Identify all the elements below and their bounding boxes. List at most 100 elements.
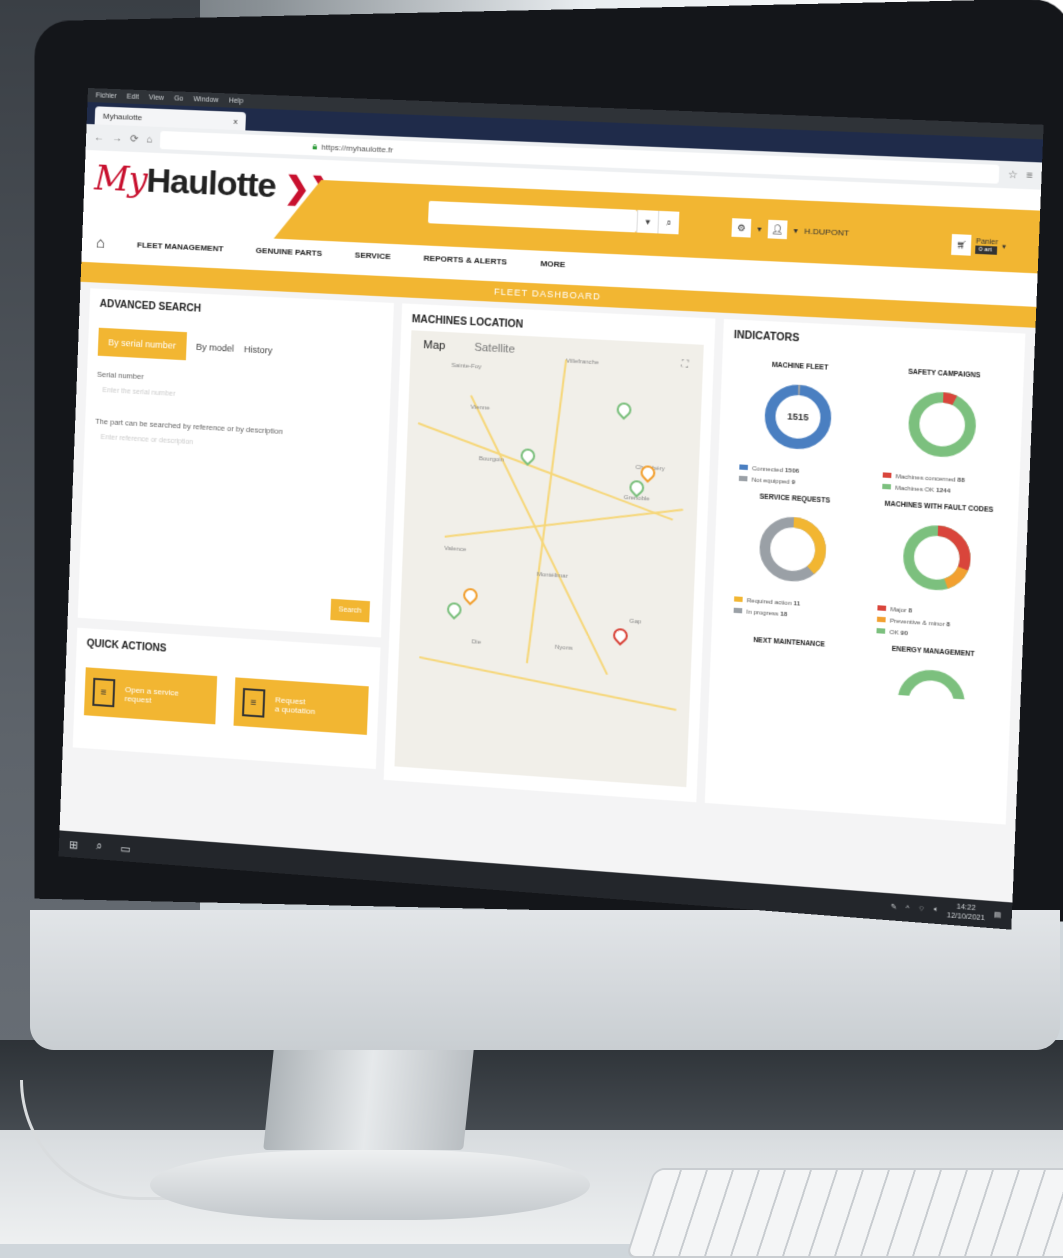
map-tab[interactable]: Map xyxy=(423,339,446,352)
tab-serial-number[interactable]: By serial number xyxy=(97,327,187,361)
machine-fleet-card[interactable]: MACHINE FLEET 1515 Connected 1506 Not eq… xyxy=(728,360,868,493)
search-icon[interactable]: ⌕ xyxy=(96,840,103,853)
legend-value: 8 xyxy=(908,608,913,615)
settings-icon[interactable]: ⚙ xyxy=(731,218,752,238)
safety-campaigns-card[interactable]: SAFETY CAMPAIGNS Machines concerned 88 M… xyxy=(871,367,1013,501)
service-requests-donut xyxy=(754,511,832,588)
safety-campaigns-title: SAFETY CAMPAIGNS xyxy=(908,368,981,380)
satellite-tab[interactable]: Satellite xyxy=(474,342,515,356)
reload-icon[interactable]: ⟳ xyxy=(130,133,139,144)
serial-number-input[interactable]: Enter the serial number xyxy=(96,387,359,415)
clock-date[interactable]: 12/10/2021 xyxy=(947,911,985,923)
chevron-down-icon[interactable]: ▾ xyxy=(793,226,798,235)
os-menu-item[interactable]: Edit xyxy=(127,93,139,100)
nav-genuine-parts[interactable]: GENUINE PARTS xyxy=(256,246,323,258)
legend-swatch xyxy=(738,475,748,482)
open-service-request-button[interactable]: ≡ Open a service request xyxy=(83,667,218,725)
next-maintenance-card[interactable]: NEXT MAINTENANCE xyxy=(720,635,857,697)
map-town: Valence xyxy=(444,545,467,554)
fault-codes-legend: Major 8 Preventive & minor 8 OK 90 xyxy=(865,604,1003,647)
indicators-title: INDICATORS xyxy=(733,329,800,345)
home-icon[interactable]: ⌂ xyxy=(96,234,106,251)
service-requests-legend: Required action 11 In progress 18 xyxy=(723,595,858,626)
service-requests-card[interactable]: SERVICE REQUESTS Required action 11 In p… xyxy=(722,492,862,638)
map-town: Die xyxy=(471,639,482,646)
close-icon[interactable]: x xyxy=(233,116,237,125)
cart[interactable]: 🛒︎ Panier 0 art ▾ xyxy=(951,234,1006,257)
user-icon[interactable]: 👤︎ xyxy=(767,219,788,240)
document-icon: ≡ xyxy=(241,687,266,718)
machines-location-panel: MACHINES LOCATION Map Satellite ⛶ Sainte… xyxy=(383,303,716,803)
energy-management-title: ENERGY MANAGEMENT xyxy=(891,645,975,659)
fault-codes-card[interactable]: MACHINES WITH FAULT CODES Major 8 Preven… xyxy=(865,500,1007,647)
map-road xyxy=(444,508,684,538)
haulotte-logo[interactable]: MyHaulotte ❯❯ xyxy=(94,158,335,208)
cart-badge: 0 art xyxy=(975,244,998,255)
legend-value: 11 xyxy=(793,601,801,608)
legend-swatch xyxy=(734,596,743,603)
map-town: Sainte-Foy xyxy=(451,362,482,371)
map-marker-ok[interactable] xyxy=(613,399,635,420)
nav-reports-alerts[interactable]: REPORTS & ALERTS xyxy=(423,254,507,267)
network-icon[interactable]: ⌔ xyxy=(918,904,926,914)
map-road xyxy=(525,359,568,664)
star-icon[interactable]: ☆ xyxy=(1008,169,1018,181)
legend-swatch xyxy=(882,472,892,479)
map-road xyxy=(470,395,609,676)
legend-swatch xyxy=(739,464,748,471)
tab-history[interactable]: History xyxy=(244,344,273,356)
map[interactable]: Map Satellite ⛶ Sainte-Foy Villefranche … xyxy=(394,330,704,788)
map-marker-warning[interactable] xyxy=(460,585,481,606)
map-marker-alert[interactable] xyxy=(610,625,631,646)
nav-fleet-management[interactable]: FLEET MANAGEMENT xyxy=(137,240,224,253)
os-menu-item[interactable]: Help xyxy=(229,97,244,105)
nav-service[interactable]: SERVICE xyxy=(355,250,391,261)
os-menu-item[interactable]: Go xyxy=(174,95,184,102)
chevron-down-icon[interactable]: ▾ xyxy=(1002,243,1006,251)
tab-by-model[interactable]: By model xyxy=(196,342,234,354)
safety-campaigns-legend: Machines concerned 88 Machines OK 1244 xyxy=(871,471,1008,502)
chevron-down-icon[interactable]: ▾ xyxy=(757,224,762,233)
home-icon[interactable]: ⌂ xyxy=(146,134,152,145)
quotation-label-2: a quotation xyxy=(274,704,316,717)
request-quotation-button[interactable]: ≡ Request a quotation xyxy=(233,677,369,735)
menu-icon[interactable]: ≡ xyxy=(1026,170,1033,182)
nav-more[interactable]: MORE xyxy=(540,259,565,269)
map-marker-ok[interactable] xyxy=(444,599,465,620)
forward-icon[interactable]: → xyxy=(112,133,122,144)
chevron-up-icon[interactable]: ^ xyxy=(906,904,910,912)
energy-management-donut xyxy=(893,664,970,700)
user-name[interactable]: H.DUPONT xyxy=(804,226,849,237)
legend-label: Machines OK xyxy=(895,485,935,494)
legend-label: Machines concerned xyxy=(895,474,956,484)
os-menu-item[interactable]: Window xyxy=(193,96,218,104)
legend-value: 1244 xyxy=(935,487,951,495)
map-town: Gap xyxy=(629,618,642,626)
fullscreen-icon[interactable]: ⛶ xyxy=(681,358,688,370)
logo-my: My xyxy=(93,158,148,201)
back-icon[interactable]: ← xyxy=(94,132,104,143)
machine-fleet-total: 1515 xyxy=(787,411,809,422)
service-requests-title: SERVICE REQUESTS xyxy=(759,493,831,505)
safety-campaigns-donut xyxy=(903,386,982,463)
legend-label: Major xyxy=(890,607,907,615)
keyboard xyxy=(625,1168,1063,1258)
legend-label: Not equipped xyxy=(751,477,790,486)
energy-management-card[interactable]: ENERGY MANAGEMENT xyxy=(863,644,1002,707)
pen-icon[interactable]: ✎ xyxy=(891,903,898,912)
os-menu-item[interactable]: Fichier xyxy=(96,92,117,100)
quick-actions-panel: QUICK ACTIONS ≡ Open a service request ≡ … xyxy=(72,627,381,770)
os-menu-item[interactable]: View xyxy=(149,94,164,102)
volume-icon[interactable]: 🔈︎ xyxy=(934,906,939,915)
legend-label: Preventive & minor xyxy=(889,618,945,629)
search-button[interactable]: Search xyxy=(330,598,371,623)
fault-codes-donut xyxy=(898,519,977,596)
legend-value: 9 xyxy=(791,479,796,487)
task-view-icon[interactable]: ▭ xyxy=(120,842,131,856)
notifications-icon[interactable]: ▤ xyxy=(994,911,1002,920)
chevron-down-icon[interactable]: ▾ xyxy=(636,209,659,234)
machine-fleet-legend: Connected 1506 Not equipped 9 xyxy=(728,463,864,493)
windows-icon[interactable]: ⊞ xyxy=(69,838,79,852)
search-icon[interactable]: ⌕ xyxy=(657,210,680,235)
quick-actions-title: QUICK ACTIONS xyxy=(86,638,167,655)
